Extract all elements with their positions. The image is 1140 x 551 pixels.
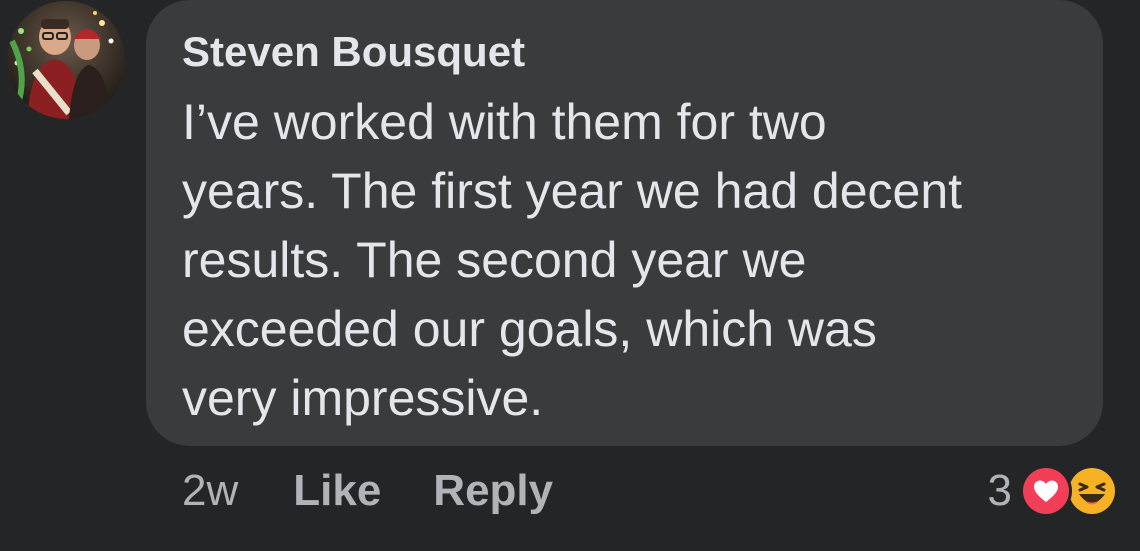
comment-bubble: Steven Bousquet I’ve worked with them fo… xyxy=(146,0,1103,446)
comment-text-line: exceeded our goals, which was xyxy=(182,301,877,357)
comment-text: I’ve worked with them for two years. The… xyxy=(182,88,1082,433)
haha-icon xyxy=(1066,465,1118,517)
avatar[interactable] xyxy=(7,1,125,119)
comment: Steven Bousquet I’ve worked with them fo… xyxy=(0,0,1140,551)
avatar-photo xyxy=(7,1,125,119)
reactions-summary[interactable]: 3 xyxy=(988,463,1120,519)
comment-text-line: I’ve worked with them for two xyxy=(182,94,827,150)
like-button[interactable]: Like xyxy=(293,466,381,516)
author-name[interactable]: Steven Bousquet xyxy=(182,28,525,76)
comment-text-line: results. The second year we xyxy=(182,232,807,288)
comment-text-line: years. The first year we had decent xyxy=(182,163,963,219)
timestamp[interactable]: 2w xyxy=(182,466,238,516)
reaction-count: 3 xyxy=(987,466,1012,515)
reaction-icons xyxy=(1020,465,1120,517)
comment-actions: 2w Like Reply xyxy=(182,463,605,519)
heart-icon xyxy=(1020,465,1072,517)
comment-text-line: very impressive. xyxy=(182,370,544,426)
reply-button[interactable]: Reply xyxy=(433,466,553,516)
